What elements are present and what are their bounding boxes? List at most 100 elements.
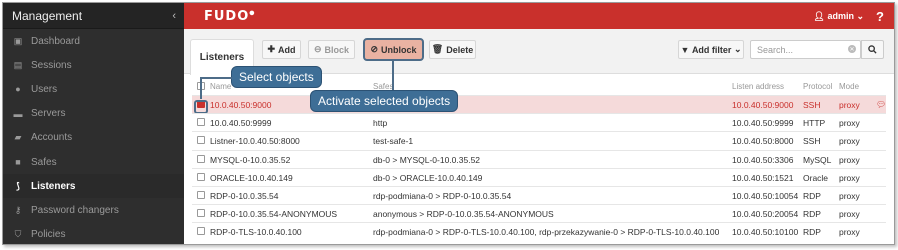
dashboard-icon: ▣: [13, 35, 23, 46]
row-checkbox[interactable]: [197, 191, 205, 199]
search-button[interactable]: [861, 40, 884, 59]
sidebar-item-label: Accounts: [31, 132, 73, 144]
cell-safes: rdp-podmiana-0 > RDP-0-10.0.35.54: [373, 191, 512, 201]
cell-mode: proxy: [839, 118, 860, 129]
sidebar-header: Management ‹: [3, 3, 184, 29]
add-filter-button[interactable]: ▼ Add filter ⌄: [678, 40, 744, 59]
row-checkbox[interactable]: [197, 154, 205, 163]
cell-listen-address: 10.0.40.50:3306: [732, 154, 794, 165]
sidebar-item-label: Dashboard: [31, 35, 80, 47]
plus-icon: ✚: [267, 44, 276, 54]
sidebar-item-safes[interactable]: ■ Safes: [3, 150, 184, 174]
unblock-button[interactable]: ⊘ Unblock: [363, 38, 424, 61]
cell-mode: proxy: [839, 191, 860, 201]
cell-mode: proxy: [839, 227, 860, 238]
chevron-left-icon[interactable]: ‹: [172, 10, 176, 22]
checkbox-highlight: [194, 100, 208, 114]
cell-listen-address: 10.0.40.50:8000: [732, 136, 794, 147]
col-header-protocol[interactable]: Protocol: [803, 82, 832, 91]
safe-icon: ■: [15, 157, 21, 168]
cell-name: RDP-0-TLS-10.0.40.100: [210, 227, 302, 238]
cell-name: MYSQL-0-10.0.35.52: [210, 154, 291, 165]
table-row[interactable]: ORACLE-10.0.40.149 db-0 > ORACLE-10.0.40.…: [192, 167, 886, 186]
cell-name: 10.0.40.50:9999: [210, 118, 272, 129]
top-right-controls: 👤︎ admin ⌄ ?: [814, 9, 884, 24]
sidebar: Management ‹ ▣ Dashboard ▤ Sessions ● Us…: [3, 3, 184, 245]
col-header-mode[interactable]: Mode: [839, 82, 859, 91]
sidebar-item-policies[interactable]: ⛉ Policies: [3, 223, 184, 245]
cell-mode: proxy: [839, 209, 860, 220]
row-checkbox[interactable]: [197, 172, 205, 181]
unblock-icon: ⊘: [370, 44, 379, 54]
cell-safes: anonymous > RDP-0-10.0.35.54-ANONYMOUS: [373, 209, 554, 220]
cell-name: RDP-0-10.0.35.54: [210, 191, 279, 201]
sidebar-item-listeners[interactable]: ⟆ Listeners: [3, 174, 184, 199]
sidebar-item-sessions[interactable]: ▤ Sessions: [3, 53, 184, 77]
sidebar-item-label: Password changers: [31, 204, 119, 216]
logo: FUDO●: [204, 8, 256, 24]
sidebar-item-password-changers[interactable]: ⚷ Password changers: [3, 198, 184, 222]
block-button[interactable]: ⊖ Block: [308, 40, 355, 59]
cell-safes: http: [373, 118, 388, 129]
table-row[interactable]: Listner-10.0.40.50:8000 test-safe-1 10.0.4…: [192, 131, 886, 149]
sidebar-item-label: Users: [31, 83, 58, 95]
col-header-listen-address[interactable]: Listen address: [732, 82, 784, 91]
table-row[interactable]: RDP-0-TLS-10.0.40.100 rdp-podmiana-0 > RD…: [192, 222, 886, 240]
chevron-down-icon: ⌄: [856, 10, 865, 21]
book-icon: ▰: [14, 132, 22, 143]
clear-icon[interactable]: ✕: [848, 45, 856, 53]
row-checkbox[interactable]: [197, 227, 205, 236]
filter-icon: ▼: [680, 44, 690, 55]
cell-protocol: SSH: [803, 136, 821, 147]
sidebar-item-label: Sessions: [31, 59, 72, 71]
cell-protocol: HTTP: [803, 118, 826, 129]
delete-button[interactable]: 🗑︎ Delete: [429, 40, 476, 59]
table-row[interactable]: RDP-0-10.0.35.54 rdp-podmiana-0 > RDP-0-1…: [192, 186, 886, 204]
sidebar-item-label: Listeners: [31, 180, 76, 192]
cell-mode: proxy: [839, 100, 860, 110]
cell-protocol: RDP: [803, 209, 821, 220]
cell-protocol: SSH: [803, 100, 821, 110]
cell-listen-address: 10.0.40.50:9000: [732, 100, 794, 110]
callout-connector: [392, 60, 394, 90]
table-row[interactable]: RDP-0-10.0.35.54-ANONYMOUS anonymous > RD…: [192, 204, 886, 222]
cell-listen-address: 10.0.40.50:10100: [732, 227, 799, 238]
search-input[interactable]: Search...: [750, 40, 861, 59]
add-button[interactable]: ✚ Add: [262, 40, 301, 59]
cell-protocol: RDP: [803, 191, 821, 201]
cell-safes: db-0 > MYSQL-0-10.0.35.52: [373, 154, 481, 165]
row-checkbox[interactable]: [197, 209, 205, 218]
rss-icon: ⟆: [16, 180, 20, 191]
cell-listen-address: 10.0.40.50:10054: [732, 191, 799, 201]
col-header-name[interactable]: Name: [210, 82, 231, 91]
table-row[interactable]: 10.0.40.50:9999 http 10.0.40.50:9999 HTTP pr…: [192, 113, 886, 131]
cell-name: RDP-0-10.0.35.54-ANONYMOUS: [210, 209, 338, 220]
film-icon: ▤: [13, 59, 23, 70]
cell-protocol: Oracle: [803, 172, 829, 183]
sidebar-item-dashboard[interactable]: ▣ Dashboard: [3, 29, 184, 53]
help-button[interactable]: ?: [876, 9, 884, 24]
callout-activate-selected: Activate selected objects: [310, 90, 459, 112]
row-checkbox[interactable]: [197, 118, 205, 127]
shield-icon: ⛉: [14, 229, 22, 240]
sidebar-item-accounts[interactable]: ▰ Accounts: [3, 126, 184, 150]
sidebar-item-servers[interactable]: ▬ Servers: [3, 102, 184, 126]
row-checkbox[interactable]: [197, 136, 205, 145]
cell-listen-address: 10.0.40.50:1521: [732, 172, 794, 183]
trash-icon: 🗑︎: [431, 44, 444, 54]
user-menu[interactable]: 👤︎ admin ⌄: [814, 11, 865, 22]
cell-listen-address: 10.0.40.50:20054: [732, 209, 799, 220]
users-icon: ●: [15, 84, 21, 95]
comment-icon[interactable]: 💬︎: [876, 100, 886, 109]
callout-select-objects: Select objects: [231, 66, 322, 88]
cell-safes: rdp-podmiana-0 > RDP-0-TLS-10.0.40.100, …: [373, 227, 720, 238]
cell-name: ORACLE-10.0.40.149: [210, 172, 293, 183]
sidebar-item-label: Safes: [31, 156, 57, 168]
table-row[interactable]: 10.0.40.50:9000 10.0.40.50:9000 SSH proxy 💬︎: [192, 95, 886, 114]
cell-safes: db-0 > ORACLE-10.0.40.149: [373, 172, 483, 183]
sidebar-item-users[interactable]: ● Users: [3, 77, 184, 101]
cell-name: Listner-10.0.40.50:8000: [210, 136, 300, 147]
callout-connector: [200, 77, 232, 79]
table-row[interactable]: MYSQL-0-10.0.35.52 db-0 > MYSQL-0-10.0.35…: [192, 149, 886, 168]
cell-name: 10.0.40.50:9000: [210, 100, 272, 110]
